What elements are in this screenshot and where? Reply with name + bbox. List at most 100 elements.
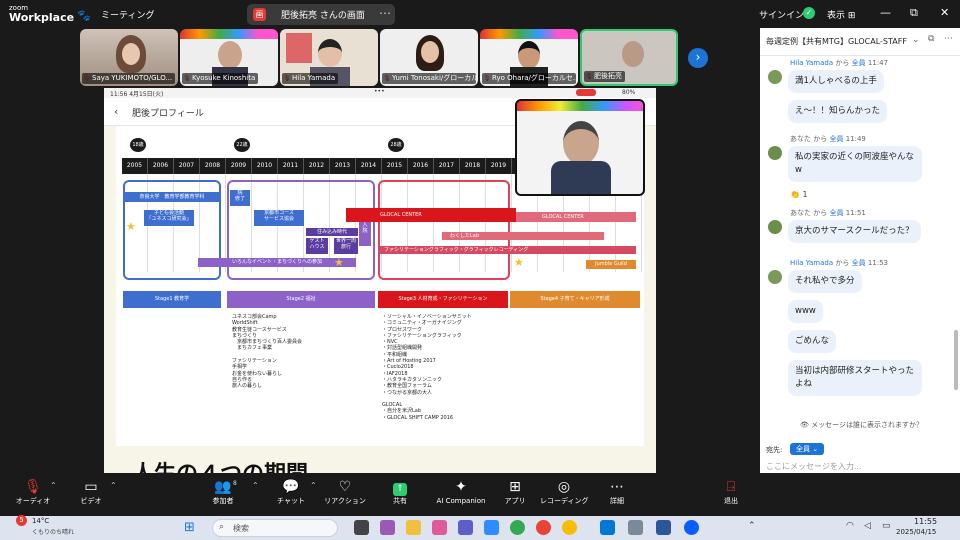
more-button[interactable]: ⋯ 詳細 [604,479,630,506]
chrome-icon[interactable] [536,520,551,535]
chrome-icon[interactable] [510,520,525,535]
battery-icon[interactable]: ▭ [882,521,891,531]
close-icon[interactable]: ✕ [940,6,949,19]
video-icon: ▭ [84,479,98,495]
outlook-icon[interactable] [600,520,615,535]
chat-header: 毎週定例【共有MTG】GLOCAL-STAFF ⌄ ⧉ ⋯ [760,28,960,56]
participant-tile[interactable]: 🎙 Kyosuke Kinoshita [180,29,278,86]
participant-name: Yumi Tonosaki/グローカル... [382,73,476,84]
signin-link[interactable]: サインイン [759,8,804,21]
year-cell: 2017 [434,158,460,174]
bar-travel: 世界一周 旅行 [334,238,358,254]
back-icon[interactable]: ‹ [114,105,118,118]
participant-tile[interactable]: 🎙 Ryo Ohara/グローカルセ... [480,29,578,86]
chat-message[interactable]: 満1人しゃべるの上手 [788,70,884,93]
share-button[interactable]: ↑ 共有 [386,479,414,506]
chat-message[interactable]: え～！！知らんかった [788,100,888,123]
chevron-up-icon[interactable]: ⌃ [252,481,259,490]
leave-icon: ⍈ [726,479,736,495]
windows-start-icon[interactable]: ⊞ [184,520,195,535]
chat-button[interactable]: 💬 チャット [276,479,306,506]
chat-compose: 👁 メッセージは誰に表示されますか？ 宛先: 全員 ⌄ ここにメッセージを入力.… [760,413,960,473]
device-status-bar: 11:56 4月15日(火) ••• 80% [104,88,656,98]
recipient-dropdown[interactable]: 全員 ⌄ [790,443,825,455]
popout-icon[interactable]: ⧉ [928,34,934,44]
participant-tile[interactable]: 🎙 Hila Yamada [280,29,378,86]
stage-3: Stage3 人材育成・ファシリテーション [378,291,508,308]
tray-chevron-icon[interactable]: ⌃ [748,521,756,531]
copilot-icon[interactable] [380,520,395,535]
participant-name: 肥後拓亮 [584,71,625,82]
weather-temp[interactable]: 14°C [32,517,49,525]
chevron-up-icon[interactable]: ⌃ [110,481,117,490]
taskbar-search[interactable]: ⌕ 検索 [212,519,338,537]
participants-count: 8 [233,480,237,487]
participant-tile-active[interactable]: 🎙 肥後拓亮 [580,29,678,86]
presenter-video[interactable] [515,99,645,196]
verified-shield-icon[interactable]: ✓ [803,7,815,19]
reactions-button[interactable]: ♡ リアクション [322,479,368,506]
slack-icon[interactable] [432,520,447,535]
screen-share-pill[interactable]: 画 肥後拓亮 さんの画面 ⋯ [247,4,395,25]
paw-icon[interactable]: 🐾 [77,9,91,22]
task-view-icon[interactable] [354,520,369,535]
word-icon[interactable] [656,520,671,535]
chevron-up-icon[interactable]: ⌃ [50,481,57,490]
reaction-badge[interactable]: 👏 1 [790,190,808,199]
dropdown-icon[interactable]: ⌄ [912,35,920,45]
audio-button[interactable]: 🎙 オーディオ [14,479,52,506]
chat-message[interactable]: 私の実家の近くの阿波座やんなw [788,146,922,182]
chat-message[interactable]: 京大のサマースクールだった？ [788,220,921,243]
restore-icon[interactable]: ⧉ [910,6,918,20]
send-to-label: 宛先: [766,446,783,454]
year-cell: 2005 [122,158,148,174]
year-cell: 2019 [486,158,512,174]
explorer-icon[interactable] [406,520,421,535]
next-page-button[interactable]: › [688,48,708,68]
meeting-label[interactable]: ミーティング [101,8,154,21]
notepad-icon[interactable] [628,520,643,535]
ai-companion-button[interactable]: ✦ AI Companion [432,479,490,506]
chrome-icon[interactable] [562,520,577,535]
zoom-logo: zoom Workplace [9,4,75,24]
year-cell: 2014 [356,158,382,174]
leave-button[interactable]: ⍈ 退出 [716,479,746,506]
participant-tile[interactable]: 🎙 Saya YUKIMOTO/GLO... [80,29,178,86]
participant-tile[interactable]: 🎙 Yumi Tonosaki/グローカル... [380,29,478,86]
stage-1: Stage1 教育学 [123,291,221,308]
minimize-icon[interactable]: — [880,6,891,19]
year-cell: 2010 [252,158,278,174]
bar-university: 奈良大学 教育学部教育学科 [124,192,220,202]
chat-message[interactable]: www [788,300,823,323]
teams-icon[interactable] [458,520,473,535]
title-bar: zoom Workplace 🐾 ミーティング 画 肥後拓亮 さんの画面 ⋯ サ… [0,0,960,28]
apps-button[interactable]: ⊞ アプリ [502,479,528,506]
more-icon[interactable]: ⋯ [379,6,391,20]
star-icon: ★ [334,256,344,269]
clock-date[interactable]: 2025/04/15 [896,528,936,536]
bar-glocal-center-2: GLOCAL CENTER [516,212,636,222]
recording-button[interactable]: ◎ レコーディング [540,479,589,506]
chevron-up-icon[interactable]: ⌃ [310,481,317,490]
volume-icon[interactable]: ◁ [864,521,871,531]
wifi-icon[interactable]: ◠ [846,521,854,531]
more-icon[interactable]: ⋯ [944,34,953,44]
participant-strip: 🎙 Saya YUKIMOTO/GLO... 🎙 Kyosuke Kinoshi… [80,29,680,87]
clock-time[interactable]: 11:55 [914,517,937,526]
video-button[interactable]: ▭ ビデオ [76,479,106,506]
page-title: 肥後プロフィール [132,109,204,119]
view-menu[interactable]: 表示 ⊞ [827,8,855,21]
weather-desc[interactable]: くもりのち晴れ [32,527,74,536]
period-frame-3 [378,180,510,280]
store-icon[interactable] [484,520,499,535]
chat-input[interactable]: ここにメッセージを入力... [766,461,861,472]
chat-message[interactable]: ごめんな [788,330,837,353]
chat-message[interactable]: それ私やで多分 [788,270,862,293]
chat-scrollbar[interactable] [954,330,958,390]
visibility-note[interactable]: 👁 メッセージは誰に表示されますか？ [800,420,923,430]
zoom-icon[interactable] [684,520,699,535]
chat-message[interactable]: 当初は内部研修スタートやったよね [788,360,922,396]
avatar [768,70,782,84]
message-meta: Hila Yamada から 全員 11:47 [790,59,889,67]
year-cell: 2006 [148,158,174,174]
